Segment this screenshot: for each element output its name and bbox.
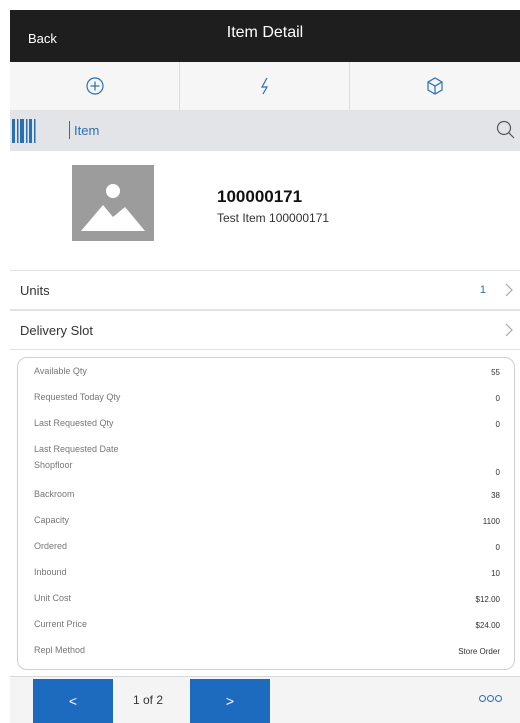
detail-row: Last Requested Qty 0 [18,418,514,444]
image-placeholder-icon [72,165,154,241]
item-summary: 100000171 Test Item 100000171 [10,151,520,269]
detail-row: Unit Cost $12.00 [18,593,514,619]
detail-label: Available Qty [34,366,87,376]
item-search-input[interactable]: Item [74,123,99,138]
detail-label: Repl Method [34,645,86,655]
pagination-footer: < 1 of 2 > [10,676,520,723]
item-search-bar: Item [10,110,520,151]
detail-label: Backroom [34,489,75,499]
detail-label: Inbound [34,567,67,577]
units-value: 1 [479,284,486,296]
lightning-icon [260,77,268,95]
detail-row: Inbound 10 [18,567,514,593]
action-toolbar [10,62,520,111]
page-indicator: 1 of 2 [133,693,164,707]
item-detail-list: Available Qty 55 Requested Today Qty 0 L… [17,357,515,670]
detail-row: Ordered 0 [18,541,514,567]
detail-row: Capacity 1100 [18,515,514,541]
detail-value: 1100 [482,517,500,526]
detail-value: 55 [491,368,500,377]
detail-value: 0 [495,394,500,403]
detail-row: Repl Method Store Order [18,645,514,669]
detail-label: Last Requested Date [34,444,119,454]
delivery-slot-row[interactable]: Delivery Slot [10,310,520,350]
quick-action-button[interactable] [180,62,350,110]
detail-value: 0 [495,468,500,477]
detail-row: Available Qty 55 [18,366,514,392]
detail-value: Store Order [458,647,500,656]
detail-row: Shopfloor 0 [18,460,514,486]
next-page-button[interactable]: > [190,679,270,723]
text-caret [69,121,70,139]
delivery-slot-label: Delivery Slot [20,323,93,338]
detail-value: $24.00 [475,621,500,630]
package-button[interactable] [350,62,520,110]
chevron-right-icon [505,323,513,337]
detail-value: 38 [491,491,500,500]
header-bar: Back Item Detail [10,10,520,62]
previous-page-button[interactable]: < [33,679,113,723]
detail-value: 0 [495,420,500,429]
detail-label: Current Price [34,619,88,629]
detail-label: Capacity [34,515,70,525]
search-icon[interactable] [494,118,518,142]
detail-label: Unit Cost [34,593,72,603]
item-number: 100000171 [217,187,303,206]
detail-label: Ordered [34,541,68,551]
detail-row: Backroom 38 [18,489,514,515]
detail-value: $12.00 [475,595,500,604]
detail-label: Shopfloor [34,460,73,470]
plus-circle-icon [85,77,104,95]
detail-row: Current Price $24.00 [18,619,514,645]
item-description: Test Item 100000171 [217,211,330,225]
units-label: Units [20,283,50,298]
more-options-icon[interactable] [479,695,502,702]
page-title: Item Detail [226,24,304,41]
detail-label: Last Requested Qty [34,418,114,428]
box-icon [427,77,443,95]
add-button[interactable] [10,62,180,110]
units-row[interactable]: Units 1 [10,270,520,310]
detail-row: Requested Today Qty 0 [18,392,514,418]
detail-value: 0 [495,543,500,552]
detail-value: 10 [491,569,500,578]
detail-label: Requested Today Qty [34,392,121,402]
chevron-right-icon [505,283,513,297]
barcode-icon[interactable] [12,119,48,143]
